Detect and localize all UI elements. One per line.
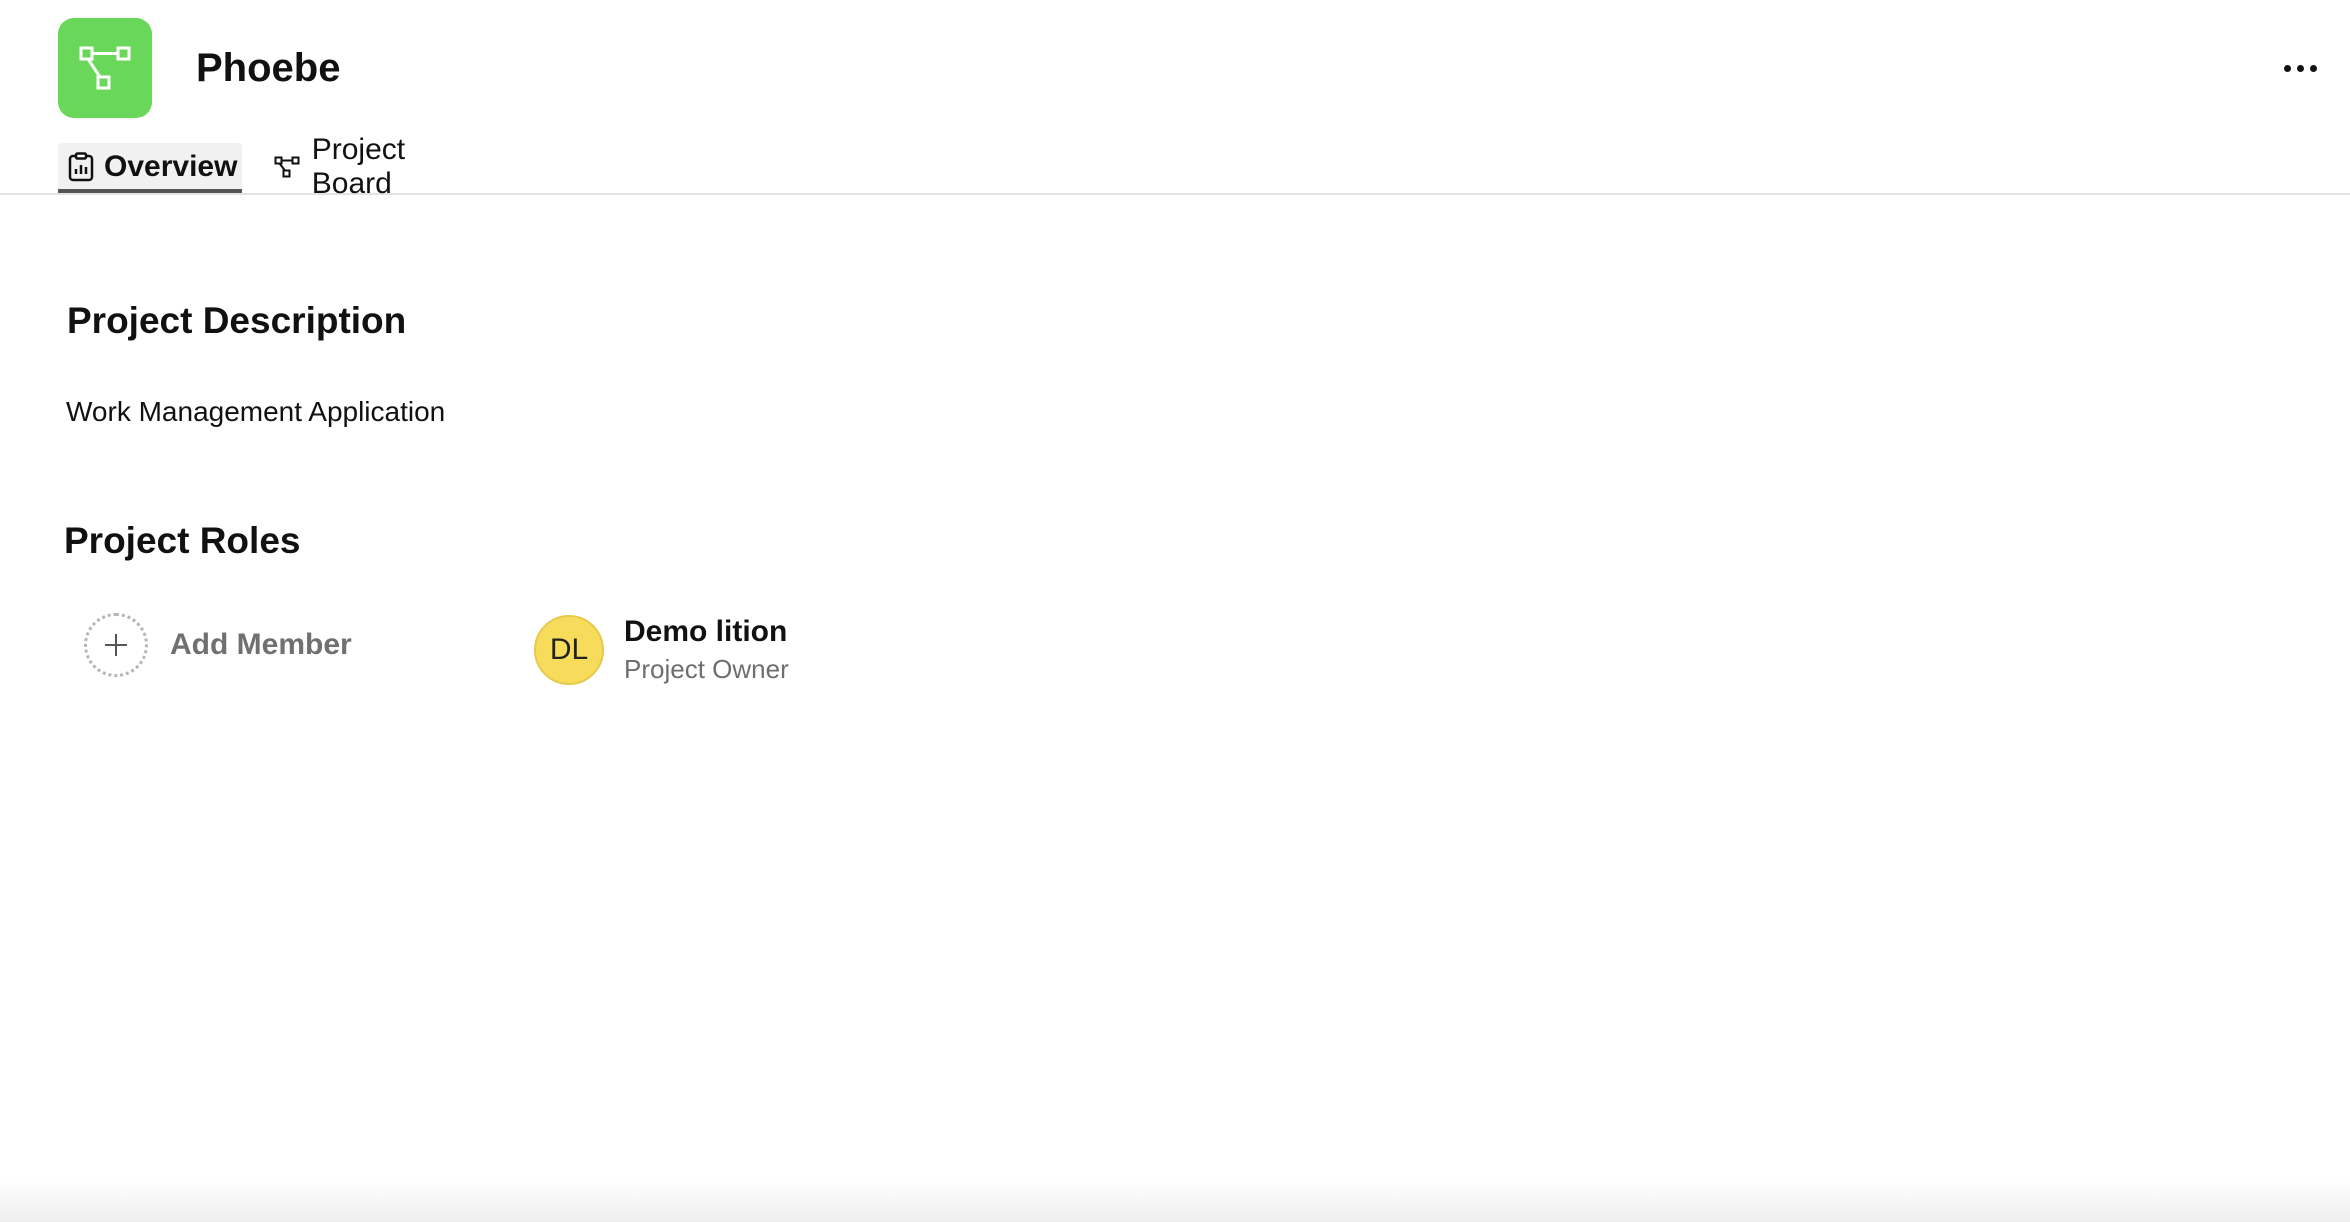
avatar: DL <box>534 615 604 685</box>
member-role: Project Owner <box>624 654 789 684</box>
project-title: Phoebe <box>196 46 341 90</box>
plus-icon <box>84 613 148 677</box>
clipboard-chart-icon <box>68 152 94 182</box>
tab-overview[interactable]: Overview <box>58 143 242 193</box>
tab-overview-label: Overview <box>104 150 238 183</box>
project-tree-icon <box>58 18 152 118</box>
add-member-button[interactable]: Add Member <box>84 613 352 677</box>
more-options-button[interactable] <box>2270 48 2330 88</box>
project-roles-heading: Project Roles <box>64 520 301 561</box>
tab-project-board-label: Project Board <box>311 133 406 200</box>
project-tree-icon <box>272 152 302 182</box>
project-description-heading: Project Description <box>67 300 407 341</box>
tab-bar: Overview Project Board <box>0 133 2350 200</box>
member-name: Demo lition <box>624 615 788 648</box>
bottom-shadow <box>0 1180 2350 1222</box>
more-horizontal-icon <box>2283 64 2291 72</box>
add-member-label: Add Member <box>170 628 352 661</box>
member-card[interactable]: DL Demo lition Project Owner <box>534 613 789 687</box>
project-description-text: Work Management Application <box>66 396 446 427</box>
member-info: Demo lition Project Owner <box>624 613 789 687</box>
tab-project-board[interactable]: Project Board <box>262 133 502 200</box>
project-overview-page: Phoebe Overview Project Board Project De… <box>0 0 2350 1222</box>
